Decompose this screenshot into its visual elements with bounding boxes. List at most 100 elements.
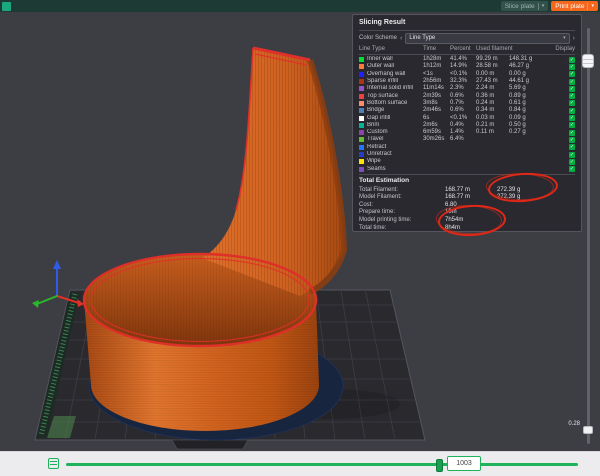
line-type-percent: 0.4% bbox=[450, 122, 476, 129]
display-cell: ✓ bbox=[547, 79, 575, 85]
line-type-row: Internal solid infill 11m14s 2.3% 2.24 m… bbox=[359, 85, 575, 92]
line-type-row: Top surface 2m39s 0.6% 0.36 m 0.89 g ✓ bbox=[359, 92, 575, 99]
total-estimation-table: Total Filament: 168.77 m 272.39 g Model … bbox=[359, 186, 575, 232]
line-type-percent: 2.3% bbox=[450, 85, 476, 92]
app-logo-icon[interactable] bbox=[2, 2, 11, 11]
line-type-label: Brim bbox=[367, 122, 423, 129]
line-type-percent: 41.4% bbox=[450, 56, 476, 63]
line-type-length: 0.11 m bbox=[476, 129, 509, 136]
line-type-label: Overhang wall bbox=[367, 71, 423, 78]
color-scheme-row: Color Scheme ‹ Line Type ▾ › bbox=[359, 32, 575, 44]
line-type-label: Seams bbox=[367, 166, 423, 173]
line-type-time: 11m14s bbox=[423, 85, 450, 92]
total-row: Prepare time: 10m bbox=[359, 209, 575, 217]
3d-viewport[interactable]: Slicing Result Color Scheme ‹ Line Type … bbox=[0, 12, 600, 452]
line-type-row: Bridge 2m46s 0.6% 0.34 m 0.84 g ✓ bbox=[359, 107, 575, 114]
print-plate-label: Print plate bbox=[555, 3, 584, 10]
line-type-row: Brim 2m6s 0.4% 0.21 m 0.50 g ✓ bbox=[359, 122, 575, 129]
divider bbox=[359, 174, 575, 175]
line-type-time: 30m26s bbox=[423, 136, 450, 143]
line-type-time: 2m39s bbox=[423, 93, 450, 100]
display-checkbox[interactable]: ✓ bbox=[569, 108, 575, 114]
line-type-weight: 44.61 g bbox=[509, 78, 547, 85]
total-label: Cost: bbox=[359, 202, 445, 208]
display-checkbox[interactable]: ✓ bbox=[569, 86, 575, 92]
line-type-time: 3m8s bbox=[423, 100, 450, 107]
display-checkbox[interactable]: ✓ bbox=[569, 166, 575, 172]
display-checkbox[interactable]: ✓ bbox=[569, 71, 575, 77]
line-type-label: Top surface bbox=[367, 93, 423, 100]
line-type-label: Outer wall bbox=[367, 63, 423, 70]
line-type-length: 27.43 m bbox=[476, 78, 509, 85]
print-dropdown-caret-icon[interactable]: ▾ bbox=[591, 4, 594, 9]
layer-slider-handle-top[interactable] bbox=[582, 54, 594, 68]
line-type-row: Sparse infill 2h56m 32.3% 27.43 m 44.61 … bbox=[359, 78, 575, 85]
move-slider-value[interactable]: 1003 bbox=[447, 456, 481, 471]
total-label: Prepare time: bbox=[359, 209, 445, 215]
display-checkbox[interactable]: ✓ bbox=[569, 144, 575, 150]
display-cell: ✓ bbox=[547, 130, 575, 136]
layer-slider-track[interactable] bbox=[587, 28, 590, 444]
print-button-divider bbox=[587, 3, 588, 10]
total-estimation-title: Total Estimation bbox=[359, 177, 575, 186]
print-plate-button[interactable]: Print plate ▾ bbox=[551, 1, 598, 11]
color-scheme-dropdown[interactable]: Line Type ▾ bbox=[405, 33, 569, 44]
total-label: Model printing time: bbox=[359, 217, 445, 223]
total-row: Total time: 8h4m bbox=[359, 224, 575, 232]
line-type-label: Bottom surface bbox=[367, 100, 423, 107]
line-type-time: <1s bbox=[423, 71, 450, 78]
color-scheme-value: Line Type bbox=[409, 35, 435, 41]
display-checkbox[interactable]: ✓ bbox=[569, 79, 575, 85]
layers-view-icon[interactable] bbox=[48, 458, 59, 469]
divider bbox=[359, 54, 575, 55]
line-type-weight: 0.09 g bbox=[509, 115, 547, 122]
slice-dropdown-caret-icon[interactable]: ▾ bbox=[542, 4, 545, 9]
chevron-down-icon: ▾ bbox=[563, 35, 566, 41]
slice-plate-button[interactable]: Slice plate ▾ bbox=[501, 1, 549, 11]
printed-model[interactable] bbox=[84, 48, 344, 440]
display-checkbox[interactable]: ✓ bbox=[569, 159, 575, 165]
display-cell: ✓ bbox=[547, 108, 575, 114]
display-checkbox[interactable]: ✓ bbox=[569, 93, 575, 99]
bottom-layer-height: 0.28 bbox=[568, 421, 580, 428]
color-scheme-label: Color Scheme bbox=[359, 35, 397, 41]
display-checkbox[interactable]: ✓ bbox=[569, 57, 575, 63]
line-type-color-chip bbox=[359, 152, 364, 157]
display-checkbox[interactable]: ✓ bbox=[569, 64, 575, 70]
line-type-row: Wipe ✓ bbox=[359, 158, 575, 165]
line-type-weight: 5.69 g bbox=[509, 85, 547, 92]
scheme-prev-icon[interactable]: ‹ bbox=[400, 35, 402, 42]
line-type-time: 2m46s bbox=[423, 107, 450, 114]
col-line-type: Line Type bbox=[359, 46, 423, 52]
layer-slider-handle-bottom[interactable] bbox=[583, 426, 593, 434]
display-checkbox[interactable]: ✓ bbox=[569, 100, 575, 106]
slice-button-divider bbox=[538, 3, 539, 10]
line-type-row: Unretract ✓ bbox=[359, 151, 575, 158]
display-checkbox[interactable]: ✓ bbox=[569, 137, 575, 143]
line-type-label: Unretract bbox=[367, 151, 423, 158]
move-slider-handle[interactable] bbox=[436, 459, 443, 472]
display-checkbox[interactable]: ✓ bbox=[569, 152, 575, 158]
line-type-row: Outer wall 1h12m 14.9% 28.58 m 46.27 g ✓ bbox=[359, 63, 575, 70]
display-checkbox[interactable]: ✓ bbox=[569, 122, 575, 128]
line-type-length: 28.58 m bbox=[476, 63, 509, 70]
total-value-1: 168.77 m bbox=[445, 194, 497, 200]
line-type-label: Gap infill bbox=[367, 115, 423, 122]
total-value-2: 272.39 g bbox=[497, 194, 575, 200]
line-type-color-chip bbox=[359, 167, 364, 172]
bottom-bar: 1003 bbox=[0, 451, 600, 476]
display-checkbox[interactable]: ✓ bbox=[569, 115, 575, 121]
display-checkbox[interactable]: ✓ bbox=[569, 130, 575, 136]
move-slider-track[interactable] bbox=[66, 463, 578, 466]
line-type-row: Custom 6m59s 1.4% 0.11 m 0.27 g ✓ bbox=[359, 129, 575, 136]
total-value-1: 6.80 bbox=[445, 202, 497, 208]
line-type-label: Retract bbox=[367, 144, 423, 151]
slicer-app: Slice plate ▾ Print plate ▾ bbox=[0, 0, 600, 476]
total-row: Model printing time: 7h54m bbox=[359, 216, 575, 224]
display-cell: ✓ bbox=[547, 137, 575, 143]
scheme-next-icon[interactable]: › bbox=[573, 35, 575, 42]
display-cell: ✓ bbox=[547, 152, 575, 158]
line-type-length: 0.03 m bbox=[476, 115, 509, 122]
line-type-label: Wipe bbox=[367, 158, 423, 165]
line-type-length: 0.00 m bbox=[476, 71, 509, 78]
